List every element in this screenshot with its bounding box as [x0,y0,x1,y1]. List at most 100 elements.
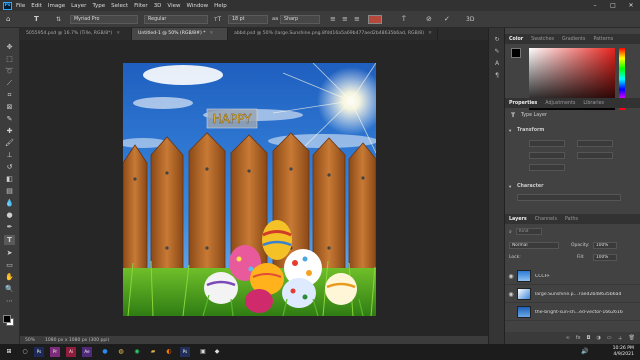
photoshop-taskbar-icon[interactable]: Ps [34,347,44,357]
photoshop-active-taskbar-icon[interactable]: Ps [180,347,190,357]
eraser-tool-icon[interactable]: ◧ [4,174,15,184]
dodge-tool-icon[interactable]: ● [4,210,15,220]
search-icon[interactable]: ○ [20,347,30,357]
menu-image[interactable]: Image [48,3,65,9]
type-tool-preset-icon[interactable]: T [34,14,39,25]
menu-help[interactable]: Help [214,3,227,9]
menu-layer[interactable]: Layer [71,3,86,9]
tab-channels[interactable]: Channels [531,217,561,222]
maximize-button[interactable]: □ [604,0,622,11]
menu-3d[interactable]: 3D [154,3,162,9]
menu-edit[interactable]: Edit [31,3,42,9]
menu-filter[interactable]: Filter [134,3,148,9]
whatsapp-taskbar-icon[interactable]: ◉ [132,347,142,357]
tab-doc-1[interactable]: 5055954.psd @ 16.7% (Tille, RGB/8*) ✕ [20,28,132,40]
cancel-edit-icon[interactable]: ⊘ [426,14,432,25]
align-center-icon[interactable]: ≡ [342,14,348,25]
close-tab-icon[interactable]: ✕ [116,28,120,40]
quick-select-tool-icon[interactable]: ⟋ [4,78,15,88]
tab-color[interactable]: Color [505,37,527,42]
chevron-down-icon[interactable]: ▾ [509,129,511,134]
tab-doc-3[interactable]: abbd.psd @ 50% (large.Sunshine.png.8fdd1… [228,28,438,40]
rectangle-tool-icon[interactable]: ▭ [4,260,15,270]
close-tab-icon[interactable]: ✕ [428,28,432,40]
trash-icon[interactable]: 🗑 [629,335,635,341]
history-panel-icon[interactable]: ↻ [492,36,502,45]
fill-field[interactable]: 100% [593,254,617,261]
menu-file[interactable]: File [16,3,25,9]
zoom-tool-icon[interactable]: 🔍 [4,284,15,294]
new-layer-icon[interactable]: ＋ [618,335,623,342]
commit-edit-icon[interactable]: ✓ [444,14,450,25]
zoom-level[interactable]: 50% [25,338,35,343]
premiere-taskbar-icon[interactable]: Pr [50,347,60,357]
layer-row[interactable]: the-bright-sun-sh...ed-vector-1662616 [505,304,640,321]
paragraph-panel-icon[interactable]: ¶ [492,72,502,81]
link-layers-icon[interactable]: ∞ [566,335,570,341]
3d-icon[interactable]: 3D [466,14,474,25]
align-right-icon[interactable]: ≡ [354,14,360,25]
canvas-happy-text[interactable]: HAPPY [212,112,252,126]
add-mask-icon[interactable]: ◘ [587,335,591,341]
home-icon[interactable]: ⌂ [6,14,10,25]
opacity-field[interactable]: 100% [593,242,617,249]
tab-swatches[interactable]: Swatches [527,37,558,42]
warp-text-icon[interactable]: T̃ [402,14,406,25]
more-tools-icon[interactable]: ⋯ [4,296,15,306]
font-family-select[interactable]: Myriad Pro [70,15,138,24]
font-style-select[interactable]: Regular [144,15,208,24]
text-color-swatch[interactable] [368,15,382,24]
eyedropper-tool-icon[interactable]: ✎ [4,114,15,124]
minimize-button[interactable]: – [586,0,604,11]
after-effects-taskbar-icon[interactable]: Ae [82,347,92,357]
tab-libraries[interactable]: Libraries [579,101,608,106]
brush-settings-icon[interactable]: ✎ [492,48,502,57]
type-tool-icon[interactable]: T [4,235,15,245]
marquee-tool-icon[interactable]: ⬚ [4,54,15,64]
clone-stamp-tool-icon[interactable]: ⊥ [4,150,15,160]
files-taskbar-icon[interactable]: ▣ [198,347,208,357]
menu-type[interactable]: Type [92,3,105,9]
frame-tool-icon[interactable]: ⊠ [4,102,15,112]
browser-taskbar-icon[interactable]: ● [100,347,110,357]
windows-start-icon[interactable]: ⊞ [4,347,14,357]
blur-tool-icon[interactable]: 💧 [4,198,15,208]
tab-gradients[interactable]: Gradients [558,37,589,42]
other-app-taskbar-icon[interactable]: ◆ [212,347,222,357]
document-canvas[interactable]: HAPPY [123,63,376,316]
brush-tool-icon[interactable]: 🖌 [4,138,15,148]
antialias-select[interactable]: Sharp [280,15,320,24]
menu-window[interactable]: Window [186,3,208,9]
color-fg-swatch[interactable] [511,48,521,58]
hand-tool-icon[interactable]: ✋ [4,272,15,282]
path-selection-tool-icon[interactable]: ➤ [4,248,15,258]
font-size-select[interactable]: 18 pt [228,15,268,24]
visibility-eye-icon[interactable]: ◉ [505,273,517,280]
tab-properties[interactable]: Properties [505,101,541,106]
layer-row[interactable]: ◉ large.Sunshine.p...7aed2b48635b6ad [505,286,640,303]
chrome-taskbar-icon[interactable]: ◍ [116,347,126,357]
tab-layers[interactable]: Layers [505,217,531,222]
adjustment-layer-icon[interactable]: ◑ [597,335,601,341]
close-window-button[interactable]: ✕ [622,0,640,11]
close-tab-icon[interactable]: ✕ [210,28,214,40]
menu-select[interactable]: Select [111,3,128,9]
group-icon[interactable]: ▭ [607,335,612,341]
blend-mode-select[interactable]: Normal [509,242,559,249]
layer-kind-filter[interactable]: Kind [516,228,542,235]
illustrator-taskbar-icon[interactable]: Ai [66,347,76,357]
move-tool-icon[interactable]: ✥ [4,42,15,52]
volume-icon[interactable]: 🔊 [580,347,590,357]
healing-brush-tool-icon[interactable]: ✚ [4,126,15,136]
system-clock[interactable]: 10:26 PM 4/9/2021 [598,346,634,358]
character-panel-icon[interactable]: A [492,60,502,69]
visibility-eye-icon[interactable]: ◉ [505,291,517,298]
layer-style-icon[interactable]: fx [576,335,581,341]
tab-paths[interactable]: Paths [561,217,582,222]
align-left-icon[interactable]: ≡ [330,14,336,25]
folder-taskbar-icon[interactable]: ▰ [148,347,158,357]
lasso-tool-icon[interactable]: ➰ [4,66,15,76]
tab-adjustments[interactable]: Adjustments [541,101,579,106]
tab-doc-2[interactable]: Untitled-1 @ 50% (RGB/8#) * ✕ [132,28,228,40]
crop-tool-icon[interactable]: ⌗ [4,90,15,100]
